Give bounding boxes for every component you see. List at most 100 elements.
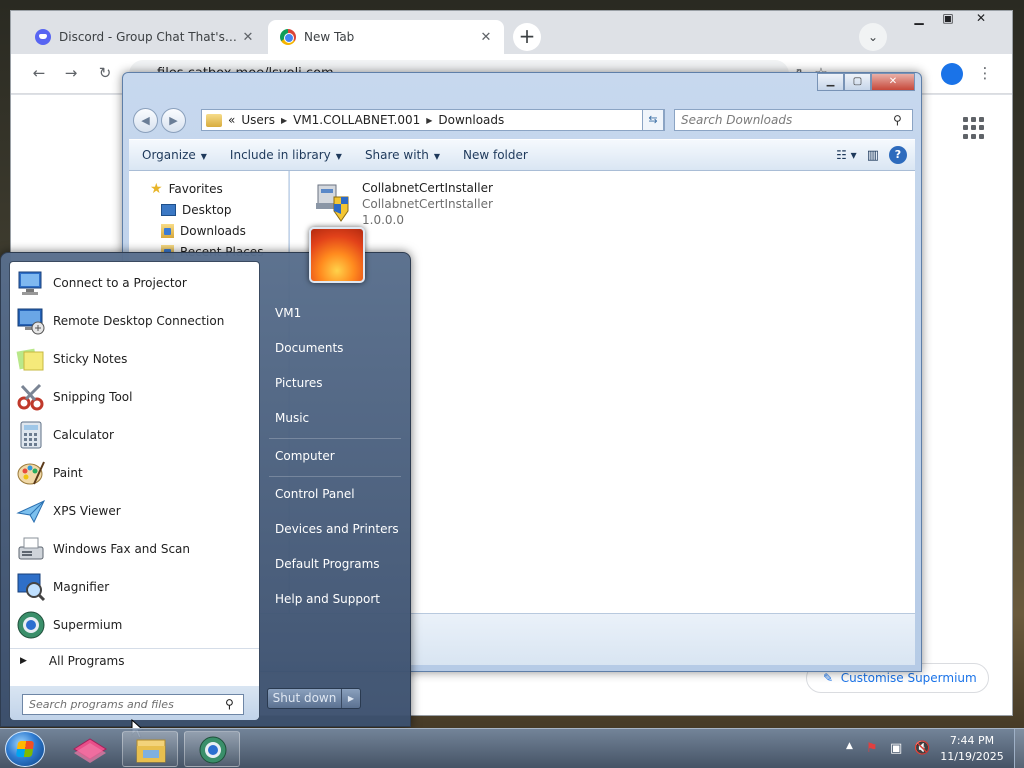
triangle-right-icon: ▶ [20,655,27,666]
scissors-icon [16,382,46,412]
start-link-computer[interactable]: Computer [275,449,335,463]
nav-downloads[interactable]: Downloads [161,224,246,238]
close-button[interactable]: ✕ [871,73,915,91]
chrome-icon [280,29,296,45]
program-snipping-tool[interactable]: Snipping Tool [10,378,259,416]
tab-new-tab[interactable]: New Tab ✕ [268,20,504,54]
start-button[interactable] [5,731,45,767]
close-icon[interactable]: ✕ [240,30,256,45]
window-controls: ▁ ▢ ✕ [817,73,915,91]
show-desktop-button[interactable] [1014,729,1024,768]
taskbar: ▲ ⚑ ▣ 🔇 7:44 PM 11/19/2025 [0,728,1024,768]
breadcrumb-downloads[interactable]: Downloads [438,113,504,127]
program-supermium[interactable]: Supermium [10,606,259,644]
paint-palette-icon [16,458,46,488]
start-link-control-panel[interactable]: Control Panel [275,487,355,501]
taskbar-supermium[interactable] [184,731,240,767]
discord-icon [35,29,51,45]
user-picture[interactable] [309,227,365,283]
chevron-down-icon[interactable]: ⌄ [859,23,887,51]
back-button[interactable]: ◀ [133,108,158,133]
clock-date: 11/19/2025 [940,750,1004,763]
volume-muted-icon[interactable]: 🔇 [914,741,930,756]
supermium-icon [16,610,46,640]
program-fax-and-scan[interactable]: Windows Fax and Scan [10,530,259,568]
start-link-devices-printers[interactable]: Devices and Printers [275,522,399,536]
shutdown-button[interactable]: Shut down ▶ [267,688,361,709]
include-in-library-button[interactable]: Include in library ▼ [230,148,342,162]
program-xps-viewer[interactable]: XPS Viewer [10,492,259,530]
nav-favorites[interactable]: ★ Favorites [150,181,223,197]
search-input[interactable]: Search Downloads [674,109,913,131]
search-icon[interactable]: ⚲ [893,113,902,127]
program-sticky-notes[interactable]: Sticky Notes [10,340,259,378]
network-icon[interactable]: ▣ [890,741,902,756]
start-link-default-programs[interactable]: Default Programs [275,557,380,571]
new-folder-button[interactable]: New folder [463,148,528,162]
tab-title: New Tab [304,30,355,44]
file-version: 1.0.0.0 [362,213,404,227]
reload-icon[interactable]: ↻ [95,64,115,84]
program-connect-projector[interactable]: Connect to a Projector [10,264,259,302]
programs-list: Connect to a Projector Remote Desktop Co… [9,261,260,720]
menu-dots-icon[interactable]: ⋮ [975,64,995,84]
taskbar-explorer[interactable] [122,731,178,767]
new-tab-button[interactable]: + [513,23,541,51]
breadcrumb-user-folder[interactable]: VM1.COLLABNET.001 [293,113,420,127]
file-name[interactable]: CollabnetCertInstaller [362,181,493,195]
action-center-flag-icon[interactable]: ⚑ [866,741,878,756]
forward-arrow-icon[interactable]: → [61,64,81,84]
view-options-icon[interactable]: ☷ ▾ [836,148,857,162]
program-paint[interactable]: Paint [10,454,259,492]
start-menu: Connect to a Projector Remote Desktop Co… [0,227,411,727]
profile-avatar[interactable] [941,63,963,85]
chevron-right-icon[interactable]: ▶ [426,116,432,125]
clock-time: 7:44 PM [949,734,995,747]
search-icon[interactable]: ⚲ [225,697,234,711]
close-icon[interactable]: ✕ [478,30,494,45]
minimize-button[interactable]: ▁ [904,11,934,31]
start-link-music[interactable]: Music [275,411,309,425]
program-calculator[interactable]: Calculator [10,416,259,454]
magnifier-icon [16,572,46,602]
back-arrow-icon[interactable]: ← [29,64,49,84]
chevron-right-icon[interactable]: ▶ [281,116,287,125]
shutdown-options-arrow-icon[interactable]: ▶ [342,689,360,708]
address-breadcrumb[interactable]: « Users ▶ VM1.COLLABNET.001 ▶ Downloads … [201,109,665,131]
show-hidden-icons[interactable]: ▲ [846,741,853,751]
separator [269,438,401,439]
minimize-button[interactable]: ▁ [817,73,844,91]
refresh-icon[interactable]: ⇆ [642,109,664,131]
program-magnifier[interactable]: Magnifier [10,568,259,606]
start-link-pictures[interactable]: Pictures [275,376,323,390]
projector-icon [16,268,46,298]
star-icon: ★ [150,181,163,197]
breadcrumb-users[interactable]: Users [241,113,275,127]
breadcrumb-overflow[interactable]: « [228,113,235,127]
organize-button[interactable]: Organize ▼ [142,148,207,162]
program-remote-desktop[interactable]: Remote Desktop Connection [10,302,259,340]
tab-discord[interactable]: Discord - Group Chat That's All F ✕ [23,20,266,54]
installer-icon[interactable] [314,181,352,223]
search-programs-input[interactable]: Search programs and files [22,694,244,715]
clock[interactable]: 7:44 PM 11/19/2025 [932,733,1012,765]
maximize-button[interactable]: ▣ [933,11,963,31]
nav-desktop[interactable]: Desktop [161,203,232,217]
start-link-documents[interactable]: Documents [275,341,343,355]
taskbar-app-pink[interactable] [62,731,118,767]
share-with-button[interactable]: Share with ▼ [365,148,440,162]
start-link-user[interactable]: VM1 [275,306,301,320]
sticky-notes-icon [16,344,46,374]
fax-icon [16,534,46,564]
start-search-area: Search programs and files ⚲ [10,686,259,720]
pencil-icon: ✎ [823,671,834,685]
separator [269,476,401,477]
preview-pane-icon[interactable]: ▥ [867,148,879,163]
start-link-help-support[interactable]: Help and Support [275,592,380,606]
all-programs-button[interactable]: ▶ All Programs [10,648,259,672]
apps-grid-icon[interactable] [963,117,985,139]
help-icon[interactable]: ? [889,146,907,164]
maximize-button[interactable]: ▢ [844,73,871,91]
close-button[interactable]: ✕ [966,11,996,31]
forward-button[interactable]: ▶ [161,108,186,133]
